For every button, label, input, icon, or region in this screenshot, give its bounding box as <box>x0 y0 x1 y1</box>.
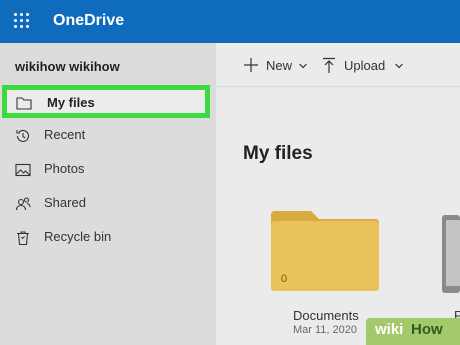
sidebar: wikihow wikihow My files Recent Photos S… <box>0 43 216 345</box>
watermark-wiki: wiki <box>375 321 404 338</box>
page-title: My files <box>243 143 313 164</box>
folder-date: Mar 11, 2020 <box>293 324 358 336</box>
device-icon <box>442 215 460 293</box>
top-bar: OneDrive <box>0 0 460 43</box>
trash-icon <box>17 231 29 246</box>
watermark-how: How <box>411 321 443 338</box>
new-label: New <box>266 58 293 73</box>
folder-icon <box>16 97 32 110</box>
user-name: wikihow wikihow <box>15 59 120 74</box>
sidebar-item-recycle-bin[interactable]: Recycle bin <box>0 221 216 254</box>
folder-tile-documents[interactable]: 0 <box>271 211 381 296</box>
sidebar-item-label: Shared <box>44 195 86 210</box>
wikihow-watermark: wiki How <box>366 318 460 345</box>
main-content: New Upload My files 0 Documents Mar 11, … <box>216 43 460 345</box>
app-title[interactable]: OneDrive <box>53 12 124 30</box>
app-launcher-icon[interactable] <box>14 13 30 29</box>
plus-icon <box>244 58 258 72</box>
device-tile[interactable] <box>442 215 460 298</box>
upload-label: Upload <box>344 58 386 73</box>
sidebar-item-recent[interactable]: Recent <box>0 119 216 152</box>
folder-name[interactable]: Documents <box>293 308 359 323</box>
item-count: 0 <box>281 273 288 285</box>
sidebar-item-label: Recent <box>44 127 86 142</box>
folder-icon <box>271 211 379 291</box>
sidebar-item-photos[interactable]: Photos <box>0 153 216 186</box>
sidebar-item-shared[interactable]: Shared <box>0 187 216 220</box>
upload-button[interactable]: Upload <box>320 56 410 74</box>
sidebar-item-label: Recycle bin <box>44 229 112 244</box>
chevron-down-icon <box>395 63 403 69</box>
image-icon <box>15 163 31 177</box>
sidebar-item-label: My files <box>47 95 95 110</box>
upload-icon <box>323 57 335 73</box>
sidebar-item-label: Photos <box>44 161 85 176</box>
new-button[interactable]: New <box>242 56 312 74</box>
sidebar-item-my-files[interactable]: My files <box>2 85 210 118</box>
command-bar: New Upload <box>216 43 460 87</box>
people-icon <box>15 197 31 211</box>
history-icon <box>16 129 30 142</box>
chevron-down-icon <box>299 63 307 69</box>
